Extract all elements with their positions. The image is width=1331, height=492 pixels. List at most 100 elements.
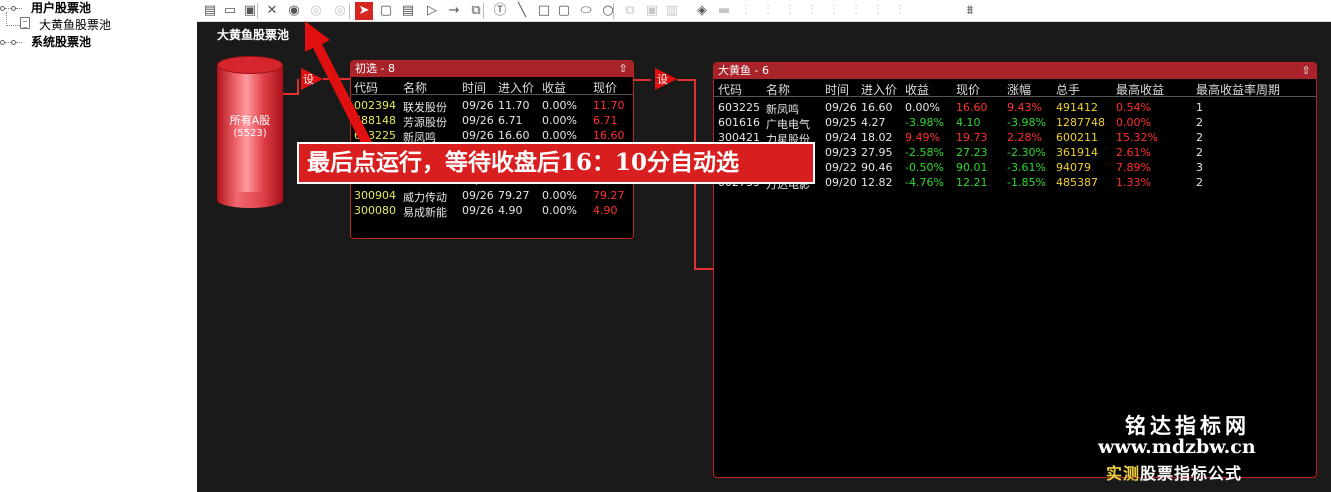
line-style-icon[interactable]: ▬ [715, 2, 733, 20]
table-cell: 7.89% [1116, 161, 1151, 174]
table-cell: 15.32% [1116, 131, 1158, 144]
delete-icon[interactable]: ▥ [663, 2, 681, 20]
table-cell: 9.43% [1007, 101, 1042, 114]
column-header[interactable]: 名称 [766, 81, 790, 98]
tree-expander-icon[interactable] [0, 38, 22, 46]
watermark-slogan-b: 股票指标公式 [1140, 464, 1243, 483]
ellipse-icon[interactable]: ⬭ [577, 2, 595, 20]
table-cell: 广电电气 [766, 118, 810, 131]
table-cell: 603225 [354, 129, 396, 142]
column-header[interactable]: 收益 [905, 81, 929, 98]
rounded-rect-icon[interactable]: ▢ [555, 2, 573, 20]
connector-line [694, 268, 714, 270]
table-cell: 2 [1196, 116, 1203, 129]
column-header[interactable]: 名称 [403, 79, 427, 96]
table-cell: 0.00% [1116, 116, 1151, 129]
column-header[interactable]: 进入价 [861, 81, 897, 98]
align-right-icon[interactable]: ⫶ [781, 2, 799, 20]
watermark-url: www.mdzbw.cn [1098, 436, 1256, 458]
tree-item-dahuangyu-pool[interactable]: 大黄鱼股票池 [39, 17, 111, 33]
source-label: 所有A股 [229, 114, 271, 127]
tree-item-user-pool[interactable]: 用户股票池 [31, 0, 91, 16]
source-all-a-shares[interactable]: 所有A股 (5523) [217, 56, 283, 208]
table-cell: 9.49% [905, 131, 940, 144]
table-cell: 0.54% [1116, 101, 1151, 114]
cylinder-icon[interactable]: ▢ [377, 2, 395, 20]
table-cell: 27.23 [956, 146, 988, 159]
table-cell: 09/25 [825, 116, 857, 129]
cylinder-top [217, 56, 283, 74]
collapse-up-icon[interactable]: ⇧ [617, 62, 629, 75]
panel-title: 初选 - 8 [355, 62, 395, 75]
table-cell: -3.98% [905, 116, 944, 129]
table-cell: 09/26 [462, 114, 494, 127]
open-folder-icon[interactable]: ▭ [221, 2, 239, 20]
run-icon[interactable]: ◉ [285, 2, 303, 20]
column-header[interactable]: 代码 [354, 79, 378, 96]
table-cell: 16.60 [861, 101, 893, 114]
align-top-icon[interactable]: ⫶ [759, 2, 777, 20]
toolbar: ▤ ▭ ▣ ✕ ◉ ◎ ◎ ➤ ▢ ▤ ▷ → ⧉ Ⓣ ╲ □ ▢ ⬭ ○ ⧉ ▣ ▥ ◈ ▬ ⫶ ⫶ ⫶ ⫶ ⫶ ⫶ ⫶ ⫶ ⩩ [197, 0, 1331, 22]
line-tool-icon[interactable]: ╲ [513, 2, 531, 20]
same-height-icon[interactable]: ⫶ [891, 2, 909, 20]
column-header[interactable]: 时间 [462, 79, 486, 96]
copy-icon[interactable]: ⧉ [621, 2, 639, 20]
source-count: (5523) [233, 128, 267, 139]
table-cell: -1.85% [1007, 176, 1046, 189]
panel-icon[interactable]: ▤ [399, 2, 417, 20]
arrow-right-icon[interactable]: → [445, 2, 463, 20]
column-header[interactable]: 现价 [956, 81, 980, 98]
stop-icon[interactable]: ◎ [331, 2, 349, 20]
table-cell: 12.82 [861, 176, 893, 189]
table-cell: 09/20 [825, 176, 857, 189]
table-cell: 2 [1196, 131, 1203, 144]
tree-item-system-pool[interactable]: 系统股票池 [31, 34, 91, 50]
same-width-icon[interactable]: ⫶ [869, 2, 887, 20]
table-cell: 79.27 [498, 189, 530, 202]
table-cell: 16.60 [498, 129, 530, 142]
grid-icon[interactable]: ⩩ [961, 2, 979, 20]
column-header[interactable]: 涨幅 [1007, 81, 1031, 98]
new-file-icon[interactable]: ▤ [201, 2, 219, 20]
table-cell: 09/26 [462, 129, 494, 142]
table-cell: 002394 [354, 99, 396, 112]
fill-icon[interactable]: ◈ [693, 2, 711, 20]
toolbar-separator [349, 3, 350, 19]
text-tool-icon[interactable]: Ⓣ [491, 2, 509, 20]
align-left-icon[interactable]: ⫶ [737, 2, 755, 20]
column-header[interactable]: 时间 [825, 81, 849, 98]
table-cell: 09/26 [462, 189, 494, 202]
column-header[interactable]: 最高收益率周期 [1196, 81, 1280, 98]
table-cell: 2.28% [1007, 131, 1042, 144]
table-cell: 威力传动 [403, 191, 447, 204]
column-header[interactable]: 进入价 [498, 79, 534, 96]
column-header[interactable]: 收益 [542, 79, 566, 96]
collapse-up-icon[interactable]: ⇧ [1300, 64, 1312, 77]
table-cell: 485387 [1056, 176, 1098, 189]
table-cell: 易成新能 [403, 206, 447, 219]
table-cell: -2.30% [1007, 146, 1046, 159]
table-cell: 4.10 [956, 116, 981, 129]
pause-icon[interactable]: ◎ [307, 2, 325, 20]
column-header[interactable]: 代码 [718, 81, 742, 98]
paste-icon[interactable]: ▣ [643, 2, 661, 20]
table-cell: 16.60 [956, 101, 988, 114]
column-header[interactable]: 现价 [593, 79, 617, 96]
center-h-icon[interactable]: ⫶ [825, 2, 843, 20]
table-cell: 0.00% [542, 189, 577, 202]
table-cell: 09/26 [825, 101, 857, 114]
column-header[interactable]: 最高收益 [1116, 81, 1164, 98]
center-v-icon[interactable]: ⫶ [847, 2, 865, 20]
align-bottom-icon[interactable]: ⫶ [803, 2, 821, 20]
table-cell: 新凤鸣 [766, 103, 799, 116]
table-cell: 6.71 [498, 114, 523, 127]
close-icon[interactable]: ✕ [263, 2, 281, 20]
column-header[interactable]: 总手 [1056, 81, 1080, 98]
rect-tool-icon[interactable]: □ [535, 2, 553, 20]
circle-icon[interactable]: ○ [599, 2, 617, 20]
table-cell: 16.60 [593, 129, 625, 142]
pointer-icon[interactable]: ➤ [355, 2, 373, 20]
table-cell: 600211 [1056, 131, 1098, 144]
play-triangle-icon[interactable]: ▷ [423, 2, 441, 20]
tree-expander-icon[interactable] [0, 4, 22, 12]
